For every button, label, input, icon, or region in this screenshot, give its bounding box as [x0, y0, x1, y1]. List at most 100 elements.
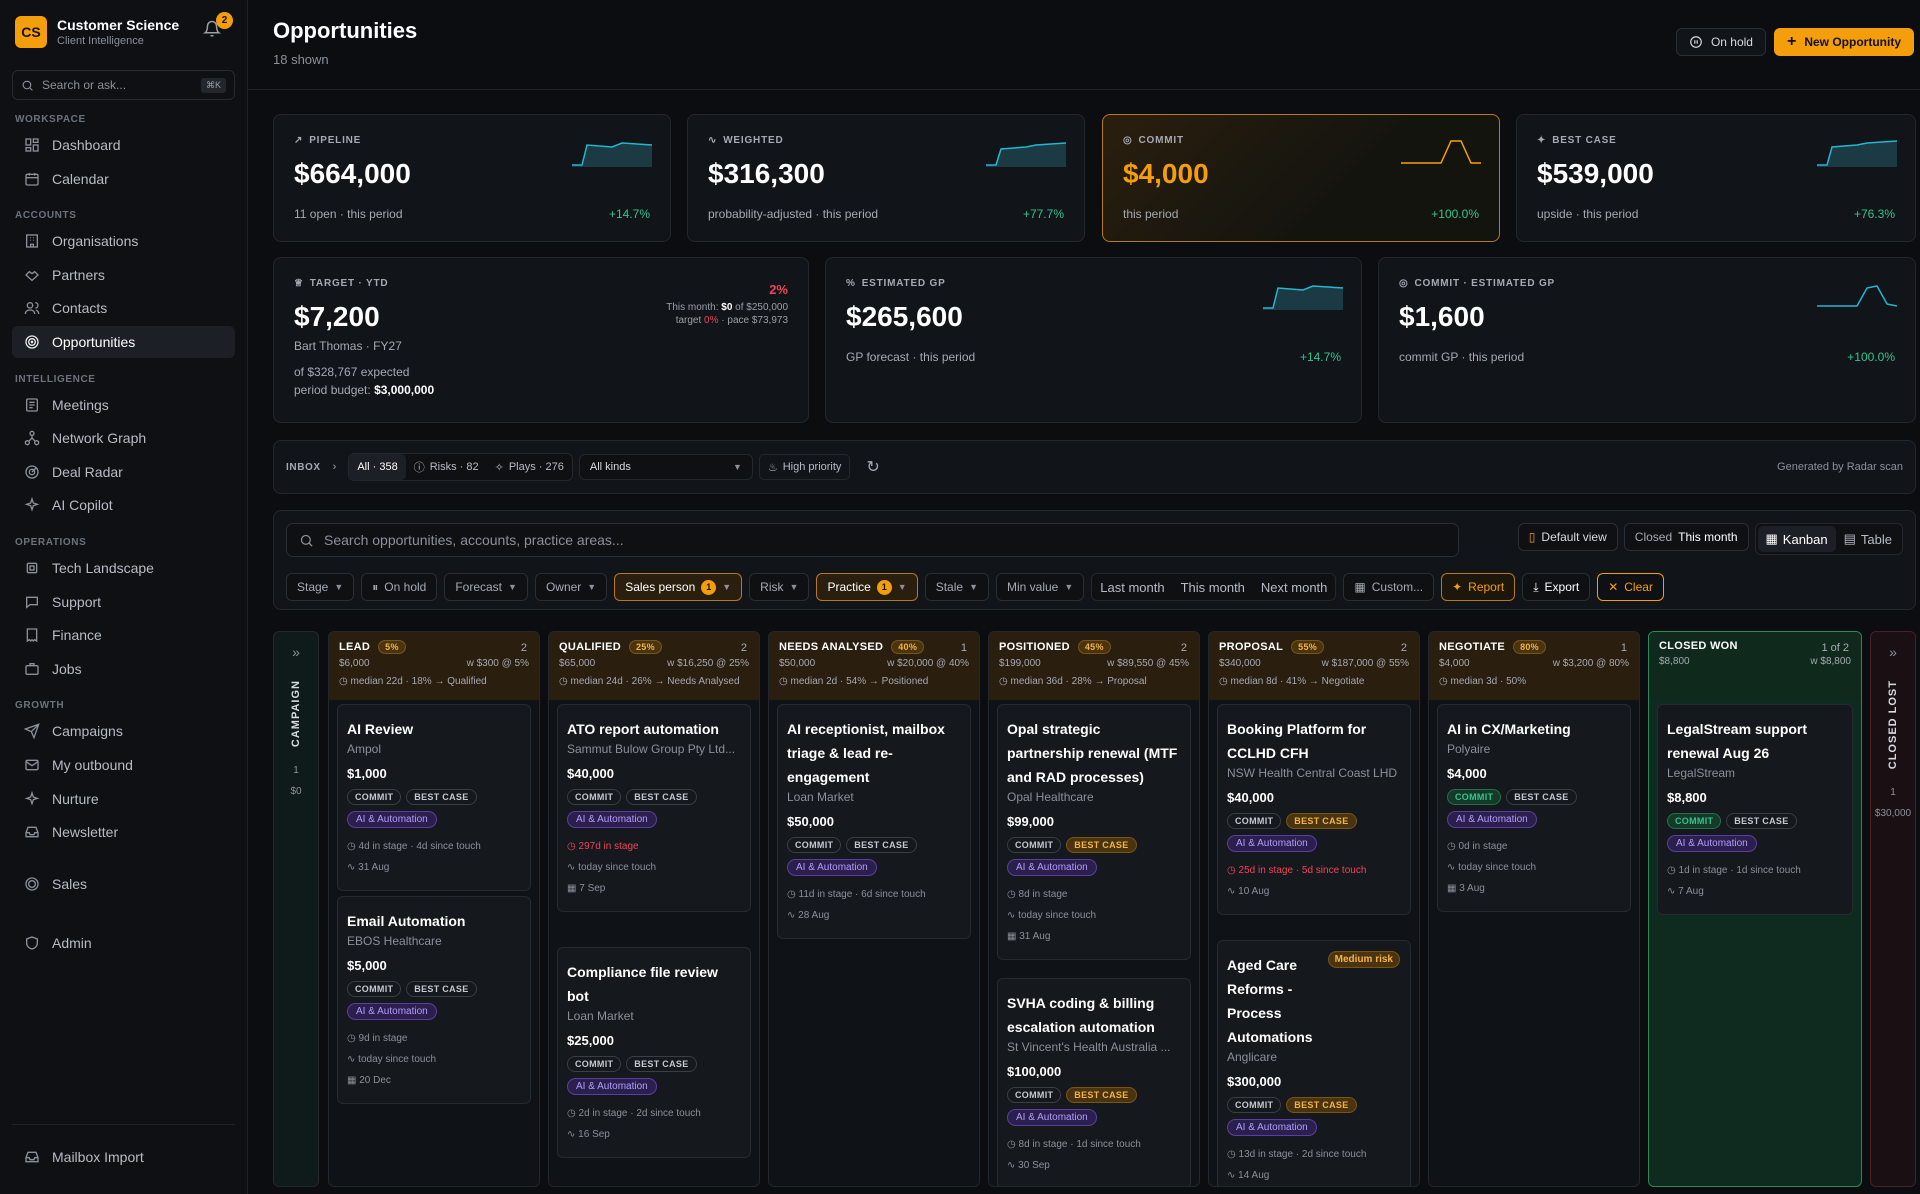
notifications-bell-icon[interactable]: 2: [202, 12, 233, 42]
best-case-tag[interactable]: BEST CASE: [846, 837, 917, 853]
card-account[interactable]: Opal Healthcare: [1007, 790, 1181, 804]
sidebar-search-input[interactable]: Search or ask... ⌘K: [12, 70, 235, 100]
nav-partners[interactable]: Partners: [12, 259, 235, 291]
card-account[interactable]: Sammut Bulow Group Pty Ltd...: [567, 742, 741, 756]
min-value-filter[interactable]: Min value ▼: [996, 573, 1085, 601]
nav-campaigns[interactable]: Campaigns: [12, 715, 235, 747]
nav-network-graph[interactable]: Network Graph: [12, 422, 235, 454]
closed-lost-column-collapsed[interactable]: » CLOSED LOST 1 $30,000: [1870, 631, 1916, 1187]
custom-range-button[interactable]: ▦ Custom...: [1343, 573, 1435, 601]
view-kanban-tab[interactable]: ▦ Kanban: [1757, 526, 1836, 552]
campaign-column-collapsed[interactable]: » CAMPAIGN 1 $0: [273, 631, 319, 1187]
nav-support[interactable]: Support: [12, 586, 235, 618]
commit-tag[interactable]: COMMIT: [1447, 789, 1502, 805]
opportunity-search-input[interactable]: Search opportunities, accounts, practice…: [286, 523, 1459, 557]
nav-mailbox-import[interactable]: Mailbox Import: [12, 1141, 235, 1173]
nav-tech-landscape[interactable]: Tech Landscape: [12, 552, 235, 584]
nav-opportunities[interactable]: Opportunities: [12, 325, 235, 358]
forecast-filter[interactable]: Forecast ▼: [444, 573, 528, 601]
opportunity-card[interactable]: Email Automation EBOS Healthcare $5,000 COM…: [337, 896, 531, 1104]
nav-deal-radar[interactable]: Deal Radar: [12, 456, 235, 488]
nav-sales[interactable]: Sales: [12, 868, 235, 900]
inbox-tab-risks[interactable]: ⓘ Risks · 82: [406, 454, 487, 480]
nav-admin[interactable]: Admin: [12, 927, 235, 959]
clear-filters-button[interactable]: ✕ Clear: [1597, 573, 1664, 601]
opportunity-card[interactable]: SVHA coding & billing escalation automat…: [997, 978, 1191, 1186]
on-hold-filter[interactable]: ⏸ On hold: [361, 573, 438, 601]
commit-tag[interactable]: COMMIT: [1007, 837, 1062, 853]
this-month-button[interactable]: This month: [1173, 574, 1253, 600]
high-priority-filter[interactable]: ♨ High priority: [758, 454, 851, 480]
opportunity-card[interactable]: LegalStream support renewal Aug 26 LegalS…: [1657, 704, 1853, 915]
nav-newsletter[interactable]: Newsletter: [12, 816, 235, 848]
card-account[interactable]: EBOS Healthcare: [347, 934, 521, 948]
expand-icon[interactable]: »: [274, 644, 318, 660]
best-case-tag[interactable]: BEST CASE: [626, 1056, 697, 1072]
on-hold-button[interactable]: On hold: [1675, 28, 1766, 56]
nav-calendar[interactable]: Calendar: [12, 163, 235, 195]
card-account[interactable]: Loan Market: [567, 1009, 741, 1023]
commit-tag[interactable]: COMMIT: [567, 789, 622, 805]
practice-filter[interactable]: Practice 1 ▼: [816, 573, 918, 601]
export-button[interactable]: ⤓ Export: [1522, 573, 1591, 601]
best-case-tag[interactable]: BEST CASE: [406, 981, 477, 997]
expand-icon[interactable]: »: [1871, 644, 1915, 660]
best-case-tag[interactable]: BEST CASE: [1726, 813, 1797, 829]
best-case-tag[interactable]: BEST CASE: [1066, 1087, 1137, 1103]
closed-period-select[interactable]: Closed This month: [1623, 523, 1749, 551]
inbox-tab-plays[interactable]: ✧ Plays · 276: [487, 454, 572, 480]
opportunity-card[interactable]: Medium risk Aged Care Reforms - Process A…: [1217, 940, 1411, 1186]
chevron-right-icon[interactable]: ›: [333, 461, 337, 473]
best-case-tag[interactable]: BEST CASE: [1506, 789, 1577, 805]
nav-nurture[interactable]: Nurture: [12, 783, 235, 815]
commit-tag[interactable]: COMMIT: [787, 837, 842, 853]
commit-tag[interactable]: COMMIT: [1227, 1097, 1282, 1113]
card-account[interactable]: Anglicare: [1227, 1050, 1401, 1064]
card-account[interactable]: Loan Market: [787, 790, 961, 804]
card-account[interactable]: NSW Health Central Coast LHD: [1227, 766, 1401, 780]
stale-filter[interactable]: Stale ▼: [924, 573, 989, 601]
view-table-tab[interactable]: ▤ Table: [1836, 526, 1900, 552]
opportunity-card[interactable]: Booking Platform for CCLHD CFH NSW Health…: [1217, 704, 1411, 915]
best-case-tag[interactable]: BEST CASE: [626, 789, 697, 805]
commit-tag[interactable]: COMMIT: [1667, 813, 1722, 829]
nav-jobs[interactable]: Jobs: [12, 653, 235, 685]
card-account[interactable]: Ampol: [347, 742, 521, 756]
best-case-tag[interactable]: BEST CASE: [1286, 813, 1357, 829]
commit-tag[interactable]: COMMIT: [1227, 813, 1282, 829]
nav-ai-copilot[interactable]: AI Copilot: [12, 489, 235, 521]
report-button[interactable]: ✦ Report: [1441, 573, 1516, 601]
card-account[interactable]: Polyaire: [1447, 742, 1621, 756]
refresh-icon[interactable]: ↻: [866, 457, 879, 477]
stage-filter[interactable]: Stage ▼: [286, 573, 355, 601]
nav-contacts[interactable]: Contacts: [12, 292, 235, 324]
default-view-button[interactable]: ▯ Default view: [1517, 523, 1618, 551]
nav-finance[interactable]: Finance: [12, 619, 235, 651]
opportunity-card[interactable]: ATO report automation Sammut Bulow Group …: [557, 704, 751, 912]
nav-meetings[interactable]: Meetings: [12, 389, 235, 421]
best-case-tag[interactable]: BEST CASE: [406, 789, 477, 805]
last-month-button[interactable]: Last month: [1092, 574, 1172, 600]
nav-my-outbound[interactable]: My outbound: [12, 749, 235, 781]
commit-tag[interactable]: COMMIT: [347, 789, 402, 805]
sales-person-filter[interactable]: Sales person 1 ▼: [614, 573, 743, 601]
next-month-button[interactable]: Next month: [1253, 574, 1335, 600]
brand[interactable]: CS Customer Science Client Intelligence: [12, 0, 235, 64]
card-account[interactable]: LegalStream: [1667, 766, 1843, 780]
commit-tag[interactable]: COMMIT: [567, 1056, 622, 1072]
opportunity-card[interactable]: Compliance file review bot Loan Market $25…: [557, 947, 751, 1158]
inbox-tab-all[interactable]: All · 358: [349, 454, 406, 480]
commit-tag[interactable]: COMMIT: [347, 981, 402, 997]
best-case-tag[interactable]: BEST CASE: [1286, 1097, 1357, 1113]
best-case-tag[interactable]: BEST CASE: [1066, 837, 1137, 853]
commit-tag[interactable]: COMMIT: [1007, 1087, 1062, 1103]
nav-dashboard[interactable]: Dashboard: [12, 129, 235, 161]
card-account[interactable]: St Vincent's Health Australia ...: [1007, 1040, 1181, 1054]
opportunity-card[interactable]: Opal strategic partnership renewal (MTF …: [997, 704, 1191, 960]
new-opportunity-button[interactable]: + New Opportunity: [1773, 28, 1914, 56]
opportunity-card[interactable]: AI in CX/Marketing Polyaire $4,000 COMMIT BE…: [1437, 704, 1631, 912]
opportunity-card[interactable]: AI receptionist, mailbox triage & lead r…: [777, 704, 971, 939]
risk-filter[interactable]: Risk ▼: [749, 573, 810, 601]
kinds-select[interactable]: All kinds ▼: [578, 454, 753, 480]
owner-filter[interactable]: Owner ▼: [534, 573, 608, 601]
